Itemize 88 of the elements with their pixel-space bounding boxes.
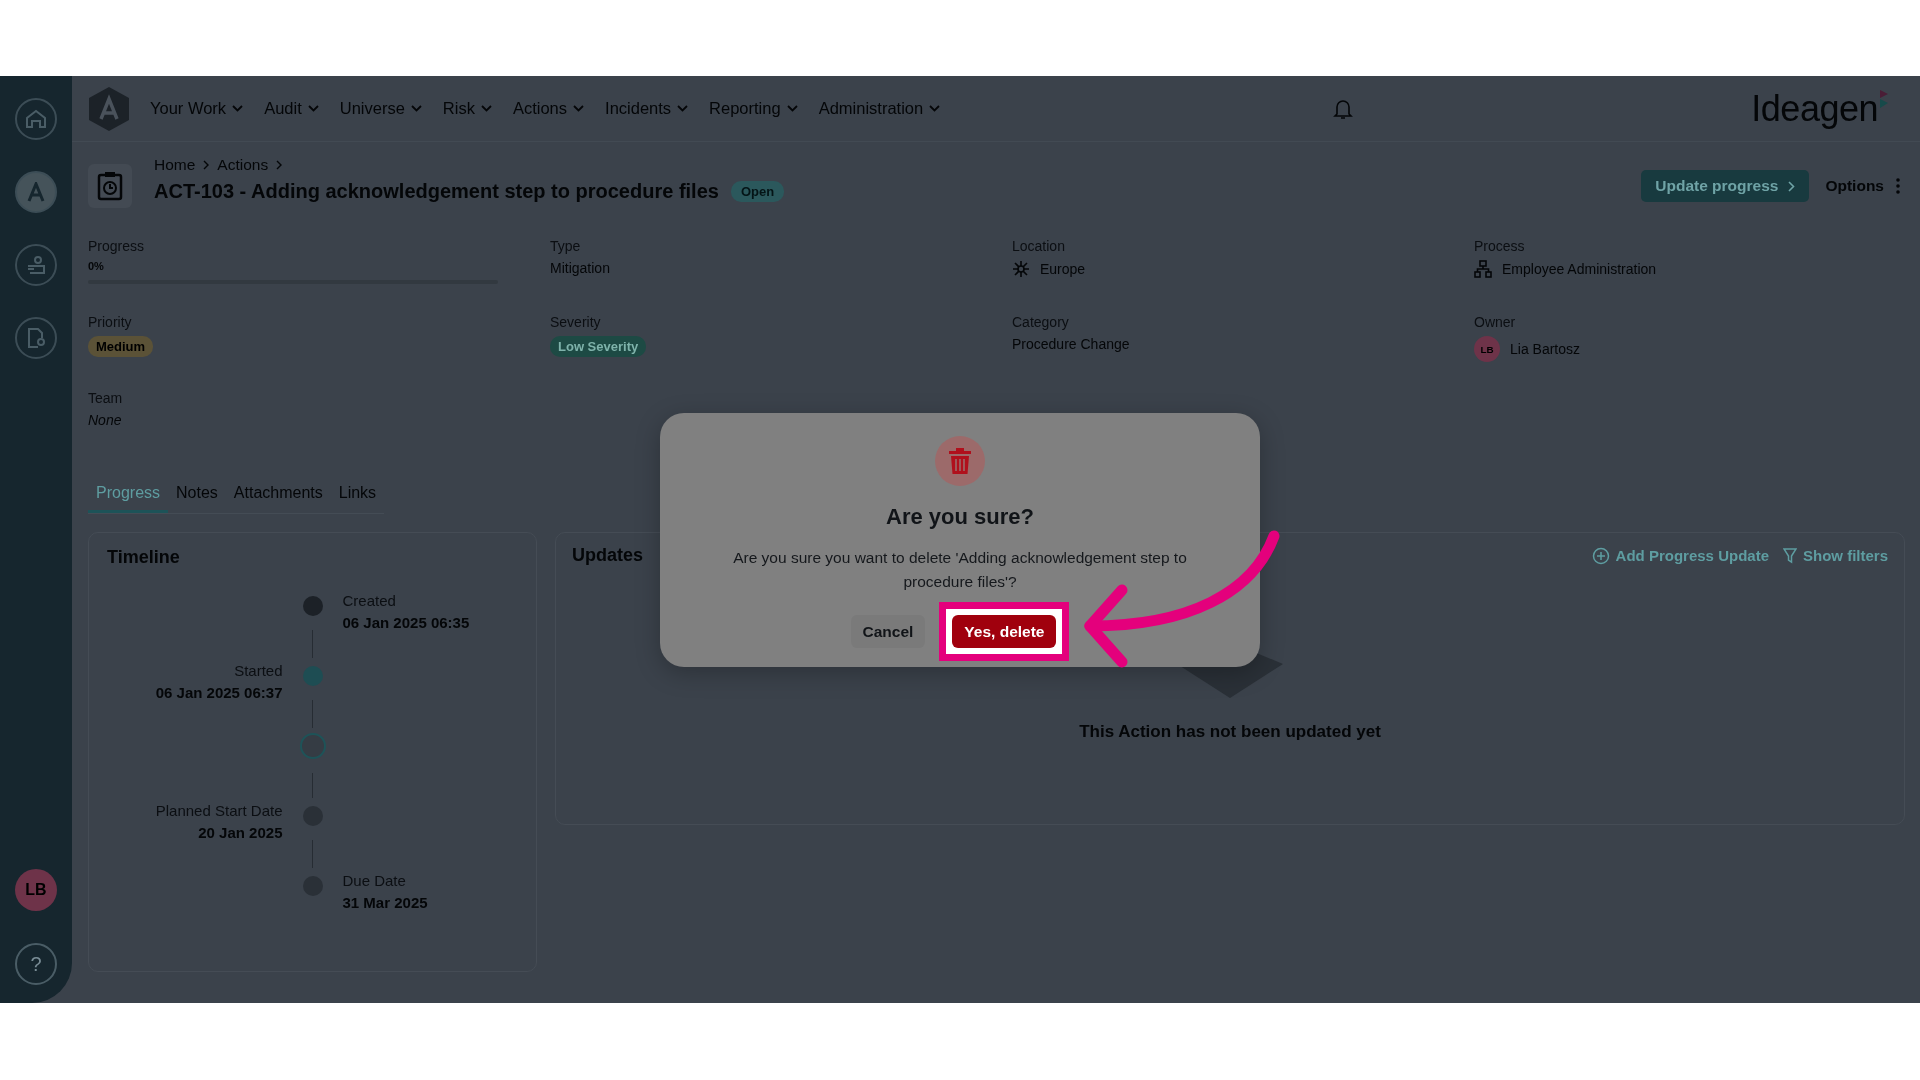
options-button[interactable]: Options [1821, 170, 1904, 202]
field-label: Severity [550, 314, 602, 330]
breadcrumb-link[interactable]: Actions [217, 156, 269, 174]
nav-menu-item[interactable]: Audit [264, 99, 319, 118]
add-progress-update-button[interactable]: Add Progress Update [1591, 546, 1769, 565]
field-label: Progress [88, 238, 146, 254]
tab[interactable]: Progress [88, 478, 169, 513]
card-title: Updates [572, 545, 643, 566]
update-progress-button[interactable]: Update progress [1641, 170, 1810, 202]
chevron-down-icon [929, 105, 941, 112]
timeline-label: Due Date [342, 872, 406, 889]
sidebar-item[interactable] [15, 171, 57, 213]
field-badge: Medium [88, 336, 154, 357]
field-badge: Low Severity [550, 336, 647, 357]
help-button[interactable]: ? [15, 943, 57, 985]
field-label: Process [1474, 238, 1526, 254]
nav-menu-item[interactable]: Actions [512, 99, 585, 118]
field-value: Europe [1040, 261, 1086, 277]
chevron-down-icon [410, 105, 422, 112]
timeline-node [302, 596, 323, 616]
field-label: Owner [1474, 314, 1517, 330]
tab[interactable]: Notes [168, 478, 226, 513]
cancel-button[interactable]: Cancel [850, 615, 926, 648]
clipboard-icon [88, 164, 132, 208]
field-value: Mitigation [550, 260, 611, 276]
nav-menu-item[interactable]: Universe [339, 99, 422, 118]
chevron-right-icon [276, 160, 283, 170]
timeline-label: Started [234, 662, 283, 679]
status-badge: Open [730, 181, 785, 202]
timeline-label: Created [342, 592, 396, 609]
timeline-node [299, 733, 326, 759]
field-label: Category [1012, 314, 1070, 330]
brand-logo: Ideagen [1751, 87, 1878, 130]
brand-mark-icon [1878, 87, 1890, 110]
timeline-date: 20 Jan 2025 [198, 824, 283, 841]
timeline-date: 06 Jan 2025 06:37 [155, 684, 283, 701]
delete-button[interactable]: Yes, delete [952, 615, 1057, 648]
chevron-down-icon [786, 105, 798, 112]
card-title: Timeline [107, 547, 181, 568]
sidebar-item[interactable] [15, 317, 57, 359]
chevron-down-icon [677, 105, 689, 112]
plus-circle-icon [1591, 546, 1610, 565]
home-icon [25, 109, 47, 129]
field-label: Team [88, 390, 124, 406]
person-icon [25, 255, 47, 275]
chevron-down-icon [307, 105, 319, 112]
hierarchy-icon [1474, 260, 1492, 278]
timeline-date: 31 Mar 2025 [342, 894, 428, 911]
sidebar-item[interactable] [15, 244, 57, 286]
nav-menu-item[interactable]: Administration [818, 99, 941, 118]
bell-icon[interactable] [1333, 97, 1354, 120]
sidebar-item[interactable] [15, 98, 57, 140]
timeline-node [302, 666, 323, 686]
dialog-title: Are you sure? [886, 504, 1034, 530]
document-icon [26, 327, 46, 349]
breadcrumb-link[interactable]: Home [154, 156, 196, 174]
logo-icon [26, 182, 46, 202]
chevron-down-icon [573, 105, 585, 112]
filter-icon [1783, 547, 1797, 564]
empty-state-text: This Action has not been updated yet [1079, 722, 1381, 742]
dialog-message: Are you sure you want to delete 'Adding acknowledgement step to procedure files'? [732, 548, 1188, 592]
field-value: Lia Bartosz [1510, 341, 1581, 357]
timeline-label: Planned Start Date [155, 802, 283, 819]
field-value: Procedure Change [1012, 336, 1131, 352]
nav-menu-item[interactable]: Incidents [605, 99, 689, 118]
progress-value: 0% [88, 260, 105, 272]
nav-menu-item[interactable]: Your Work [150, 99, 244, 118]
field-value: None [88, 412, 123, 428]
logo-icon [88, 85, 130, 132]
tab[interactable]: Attachments [225, 478, 331, 513]
page-title: ACT-103 - Adding acknowledgement step to procedure files [154, 180, 719, 203]
field-label: Type [550, 238, 582, 254]
trash-icon [935, 436, 985, 486]
show-filters-button[interactable]: Show filters [1783, 547, 1888, 564]
chevron-right-icon [203, 160, 210, 170]
tab[interactable]: Links [330, 478, 385, 513]
owner-avatar: LB [1474, 336, 1500, 362]
chevron-down-icon [480, 105, 492, 112]
network-icon [1012, 260, 1030, 278]
chevron-down-icon [232, 105, 244, 112]
nav-menu-item[interactable]: Risk [442, 99, 492, 118]
timeline-date: 06 Jan 2025 06:35 [342, 614, 470, 631]
kebab-menu-icon [1896, 178, 1900, 194]
nav-menu-item[interactable]: Reporting [709, 99, 798, 118]
user-avatar[interactable]: LB [15, 869, 57, 911]
field-label: Location [1012, 238, 1066, 254]
field-label: Priority [88, 314, 133, 330]
chevron-right-icon [1788, 180, 1796, 192]
